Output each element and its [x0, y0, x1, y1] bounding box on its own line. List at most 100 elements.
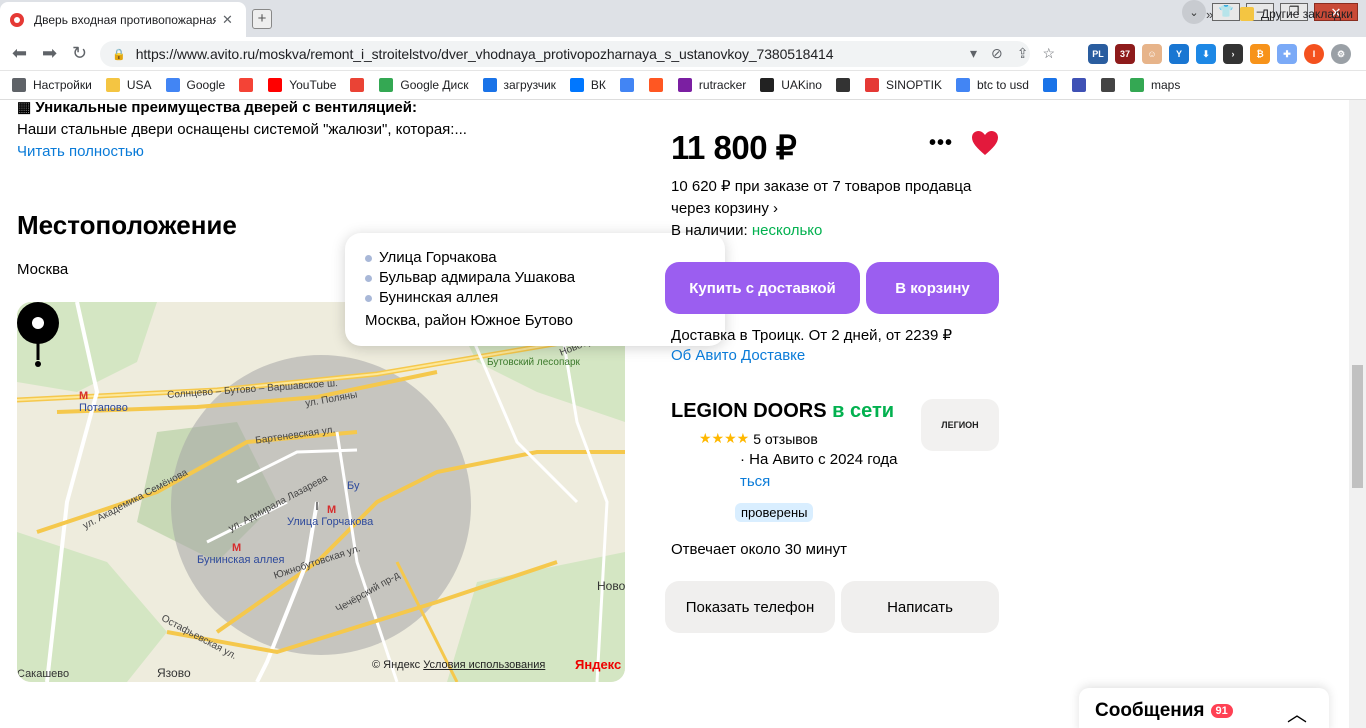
terminal-extension-icon[interactable]: ›: [1223, 44, 1243, 64]
google-icon: [955, 78, 970, 92]
bulk-price-info[interactable]: 10 620 ₽ при заказе от 7 товаров продавц…: [671, 176, 991, 220]
bookmark-label: rutracker: [698, 78, 747, 92]
bookmark-item[interactable]: rutracker: [677, 78, 747, 92]
online-status: в сети: [832, 400, 895, 422]
active-tab[interactable]: Дверь входная противопожарная ✕: [0, 2, 246, 37]
bookmark-item[interactable]: [1071, 78, 1093, 92]
bookmark-item[interactable]: maps: [1129, 78, 1180, 92]
bookmark-item[interactable]: [619, 78, 641, 92]
extensions-area: PL 37 ☺ Y ⬇ › ₿ ✚ I ⚙: [1088, 44, 1351, 64]
map-label-sakashevo: Сакашево: [17, 668, 70, 680]
other-bookmarks-folder[interactable]: Другие закладки: [1240, 7, 1353, 21]
reload-icon[interactable]: ↻: [72, 43, 87, 63]
scrollbar-thumb[interactable]: [1352, 365, 1363, 488]
counter-extension-icon[interactable]: 37: [1115, 44, 1135, 64]
browser-tab-strip: Дверь входная противопожарная ✕ + ⌄ 👕 – …: [0, 0, 1366, 37]
rutracker-icon: [677, 78, 692, 92]
avito-favicon-icon: [10, 12, 24, 27]
map-label-yazovo: Язово: [157, 666, 191, 680]
bookmark-label: ВК: [590, 78, 606, 92]
puzzle-extensions-icon[interactable]: ✚: [1277, 44, 1297, 64]
url-text[interactable]: https://www.avito.ru/moskva/remont_i_str…: [136, 46, 834, 62]
rating-stars-icon: ★★★★: [699, 430, 750, 446]
tab-title: Дверь входная противопожарная: [34, 12, 216, 27]
profile-avatar-icon[interactable]: I: [1304, 44, 1324, 64]
bookmark-star-icon[interactable]: ☆: [1043, 45, 1056, 62]
show-phone-button[interactable]: Показать телефон: [665, 581, 835, 633]
dropdown-icon[interactable]: ▾: [970, 45, 977, 62]
seller-name[interactable]: LEGION DOORS в сети: [671, 400, 894, 423]
bitcoin-extension-icon[interactable]: ₿: [1250, 44, 1270, 64]
infinity-icon: [482, 78, 497, 92]
url-actions: ▾ ⊘ ⇪ ☆: [970, 45, 1055, 62]
bookmark-item[interactable]: [1042, 78, 1064, 92]
more-options-icon[interactable]: •••: [929, 132, 953, 155]
yandex-icon: [239, 78, 254, 92]
face-extension-icon[interactable]: ☺: [1142, 44, 1162, 64]
y-extension-icon[interactable]: Y: [1169, 44, 1189, 64]
bookmark-item[interactable]: [835, 78, 857, 92]
read-more-link[interactable]: Читать полностью: [17, 143, 144, 160]
copyright-label: © Яндекс: [372, 659, 421, 671]
map-label-novo: Ново: [597, 579, 625, 593]
metro-icon: М: [327, 504, 337, 516]
lock-icon[interactable]: 🔒: [112, 48, 126, 61]
back-arrow-icon[interactable]: ⬅: [12, 43, 27, 63]
bookmark-item[interactable]: ВК: [569, 78, 606, 92]
maps-icon: [1129, 78, 1144, 92]
terms-link[interactable]: Условия использования: [423, 659, 545, 671]
bookmark-item[interactable]: USA: [105, 78, 152, 92]
bookmark-item[interactable]: SINOPTIK: [864, 78, 942, 92]
bc-icon: [1100, 78, 1115, 92]
bookmark-item[interactable]: [239, 78, 260, 92]
metro-icon: М: [232, 542, 242, 554]
map-label-butovsky-park: Бутовский лесопарк: [487, 357, 580, 368]
subscribe-link[interactable]: ться: [740, 473, 770, 490]
forward-arrow-icon[interactable]: ➡: [42, 43, 57, 63]
bookmark-item[interactable]: [648, 78, 670, 92]
price: 11 800 ₽: [671, 129, 797, 166]
bookmark-item[interactable]: загрузчик: [482, 78, 556, 92]
add-to-cart-button[interactable]: В корзину: [866, 262, 999, 314]
bookmark-label: btc to usd: [976, 78, 1029, 92]
url-bar[interactable]: 🔒 https://www.avito.ru/moskva/remont_i_s…: [100, 41, 1030, 67]
drive-icon: [379, 78, 394, 92]
new-tab-button[interactable]: +: [252, 9, 272, 29]
bookmark-item[interactable]: btc to usd: [955, 78, 1029, 92]
other-bookmarks-label: Другие закладки: [1261, 7, 1353, 21]
settings-gear-icon[interactable]: ⚙: [1331, 44, 1351, 64]
chevron-up-icon[interactable]: ︿: [1287, 698, 1307, 727]
bookmark-item[interactable]: Google: [165, 78, 225, 92]
share-icon[interactable]: ⇪: [1017, 45, 1029, 62]
pl-extension-icon[interactable]: PL: [1088, 44, 1108, 64]
location-pin-icon[interactable]: [17, 302, 61, 370]
avito-delivery-link[interactable]: Об Авито Доставке: [671, 347, 805, 364]
popup-metro-item: Улица Горчакова: [365, 248, 705, 268]
bookmark-item[interactable]: [1100, 78, 1122, 92]
location-map[interactable]: Бутовский лесопарк Новобутовская ул. Сол…: [17, 302, 625, 682]
availability: В наличии: несколько: [671, 222, 822, 239]
blocked-popup-icon[interactable]: ⊘: [991, 45, 1003, 62]
bookmark-item[interactable]: Google Диск: [379, 78, 469, 92]
address-toolbar: ⬅ ➡ ↻ 🔒 https://www.avito.ru/moskva/remo…: [0, 37, 1366, 71]
folder-icon: [105, 78, 120, 92]
bookmark-item[interactable]: YouTube: [268, 78, 336, 92]
bookmark-label: Настройки: [33, 78, 92, 92]
bookmark-item[interactable]: UAKino: [760, 78, 822, 92]
bookmark-item[interactable]: Настройки: [12, 78, 92, 92]
write-message-button[interactable]: Написать: [841, 581, 999, 633]
uakino-icon: [760, 78, 775, 92]
location-city: Москва: [17, 261, 69, 278]
page-content: ▦ Уникальные преимущества дверей с венти…: [0, 100, 1349, 728]
tab-close-icon[interactable]: ✕: [222, 12, 233, 28]
seller-rating[interactable]: ★★★★ 5 отзывов: [671, 430, 818, 447]
profile-shirt-icon[interactable]: 👕: [1212, 3, 1240, 21]
favorite-heart-icon[interactable]: [971, 130, 999, 156]
tab-search-chevron-icon[interactable]: ⌄: [1182, 0, 1206, 24]
seller-logo[interactable]: ЛЕГИОН: [921, 399, 999, 451]
bookmark-item[interactable]: [350, 78, 371, 92]
buy-with-delivery-button[interactable]: Купить с доставкой: [665, 262, 860, 314]
bookmarks-more-icon[interactable]: »: [1206, 7, 1213, 22]
download-extension-icon[interactable]: ⬇: [1196, 44, 1216, 64]
messages-panel[interactable]: Сообщения 91 ︿: [1079, 688, 1329, 728]
